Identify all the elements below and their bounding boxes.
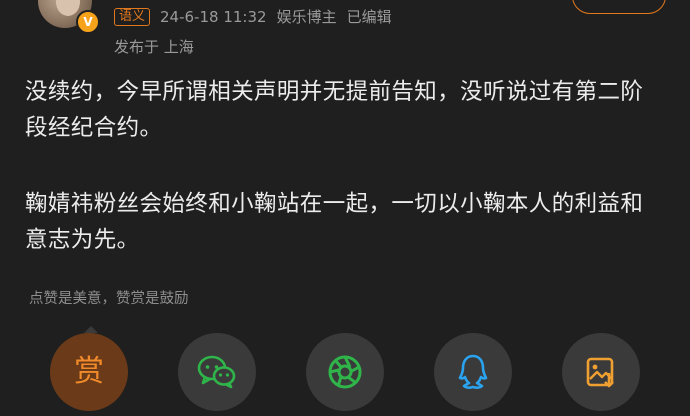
wechat-icon xyxy=(197,355,236,389)
follow-button[interactable] xyxy=(572,0,666,14)
qq-icon xyxy=(458,354,488,389)
post-body: 没续约，今早所谓相关声明并无提前告知，没听说过有第二阶段经纪合约。 鞠婧祎粉丝会… xyxy=(25,74,665,258)
source-tag[interactable]: 语义 xyxy=(114,7,151,26)
share-bar: 赏 xyxy=(0,333,690,416)
verified-badge-icon: V xyxy=(76,10,100,34)
save-image-icon xyxy=(586,357,614,388)
post-meta: 语义 24-6-18 11:32 娱乐博主 已编辑 xyxy=(114,6,392,27)
post-timestamp: 24-6-18 11:32 xyxy=(160,7,267,26)
post-paragraph: 鞠婧祎粉丝会始终和小鞠站在一起，一切以小鞠本人的利益和意志为先。 xyxy=(25,191,644,253)
hint-pointer xyxy=(84,326,98,333)
share-wechat-button[interactable] xyxy=(178,333,256,411)
post-detail: V 语义 24-6-18 11:32 娱乐博主 已编辑 发布于 上海 没续约，今… xyxy=(0,0,690,416)
author-role: 娱乐博主 xyxy=(276,8,337,26)
reward-icon: 赏 xyxy=(74,354,104,389)
post-location: 发布于 上海 xyxy=(114,38,194,56)
save-image-button[interactable] xyxy=(562,333,640,411)
moments-icon xyxy=(328,355,362,389)
edited-label[interactable]: 已编辑 xyxy=(347,6,392,27)
reward-button[interactable]: 赏 xyxy=(50,333,128,411)
avatar-face xyxy=(56,0,80,16)
post-paragraph: 没续约，今早所谓相关声明并无提前告知，没听说过有第二阶段经纪合约。 xyxy=(25,79,644,141)
share-moments-button[interactable] xyxy=(306,333,384,411)
reward-hint: 点赞是美意，赞赏是鼓励 xyxy=(29,291,189,307)
share-qq-button[interactable] xyxy=(434,333,512,411)
